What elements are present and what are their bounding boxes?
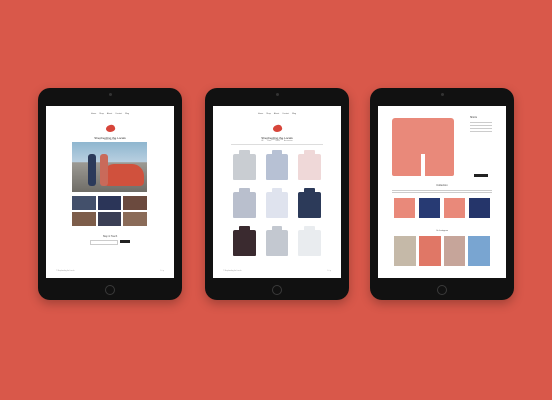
home-button[interactable] xyxy=(437,285,447,295)
nav-item[interactable]: About xyxy=(107,113,112,115)
product-grid xyxy=(231,150,323,256)
gallery-tile[interactable] xyxy=(123,212,147,226)
product-shirt[interactable] xyxy=(296,226,323,256)
car-image xyxy=(104,164,144,186)
collection-tile[interactable] xyxy=(419,198,440,218)
screen-shop: Home Shop About Contact Blog Shepherding… xyxy=(213,106,341,278)
instagram-grid xyxy=(394,236,490,266)
camera-icon xyxy=(108,93,112,96)
nav-item[interactable]: About xyxy=(274,113,279,115)
logo-icon xyxy=(271,123,283,134)
product-shirt[interactable] xyxy=(231,226,258,256)
text-line xyxy=(470,131,492,132)
collection-title: Collection xyxy=(436,184,448,187)
gallery-tile[interactable] xyxy=(97,196,122,210)
collection-grid xyxy=(394,198,490,218)
signup-button[interactable] xyxy=(120,240,130,243)
filter-bar: All Shirts Shorts Accessories xyxy=(231,141,323,145)
nav-item[interactable]: Blog xyxy=(292,113,296,115)
product-shirt[interactable] xyxy=(231,150,258,180)
instagram-photo[interactable] xyxy=(443,236,466,266)
logo[interactable]: Shepherding the Locals Made in the USA xyxy=(46,119,174,142)
product-shirt[interactable] xyxy=(264,226,291,256)
tablet-shop: Home Shop About Contact Blog Shepherding… xyxy=(205,88,349,300)
nav-item[interactable]: Contact xyxy=(282,113,289,115)
nav-item[interactable]: Home xyxy=(91,113,96,115)
home-button[interactable] xyxy=(272,285,282,295)
footer: © Shepherding the Locals f t i p xyxy=(223,271,331,272)
signup-form xyxy=(90,240,130,245)
camera-icon xyxy=(440,93,444,96)
tablet-product: Shorts Collection On Instagram xyxy=(370,88,514,300)
nav-item[interactable]: Shop xyxy=(99,113,104,115)
text-line xyxy=(470,128,492,129)
gallery-tile[interactable] xyxy=(97,212,122,226)
filter-item[interactable]: Shirts xyxy=(267,141,271,144)
footer: © Shepherding the Locals f t i p xyxy=(56,271,164,272)
logo-icon xyxy=(104,123,116,134)
nav-bar: Home Shop About Contact Blog xyxy=(46,113,174,115)
text-line xyxy=(392,191,492,193)
text-line xyxy=(470,125,492,126)
add-to-cart-button[interactable] xyxy=(474,174,488,177)
hero-image xyxy=(72,142,147,192)
screen-home: Home Shop About Contact Blog Shepherding… xyxy=(46,106,174,278)
product-image-shorts[interactable] xyxy=(392,118,454,176)
instagram-photo[interactable] xyxy=(418,236,441,266)
filter-item[interactable]: Shorts xyxy=(275,141,280,144)
footer-copyright: © Shepherding the Locals xyxy=(223,271,242,272)
product-shirt[interactable] xyxy=(264,150,291,180)
text-line xyxy=(392,190,492,191)
instagram-title: On Instagram xyxy=(435,230,449,232)
social-icons[interactable]: f t i p xyxy=(328,271,331,272)
email-field[interactable] xyxy=(90,240,118,245)
text-line xyxy=(470,122,492,123)
collection-tile[interactable] xyxy=(394,198,415,218)
nav-item[interactable]: Blog xyxy=(125,113,129,115)
product-title: Shorts xyxy=(470,116,477,119)
product-shirt[interactable] xyxy=(264,188,291,218)
gallery-tile[interactable] xyxy=(123,196,147,210)
nav-item[interactable]: Shop xyxy=(266,113,271,115)
signup-title: Stay in Touch xyxy=(102,235,118,238)
screen-product: Shorts Collection On Instagram xyxy=(378,106,506,278)
collection-text xyxy=(392,189,492,194)
nav-item[interactable]: Home xyxy=(258,113,263,115)
person-image xyxy=(88,154,96,186)
filter-item[interactable]: Accessories xyxy=(284,141,293,144)
social-icons[interactable]: f t i p xyxy=(161,271,164,272)
camera-icon xyxy=(275,93,279,96)
instagram-photo[interactable] xyxy=(468,236,490,266)
product-shirt[interactable] xyxy=(231,188,258,218)
nav-item[interactable]: Contact xyxy=(115,113,122,115)
gallery-tile[interactable] xyxy=(72,196,96,210)
product-shirt[interactable] xyxy=(296,188,323,218)
instagram-photo[interactable] xyxy=(394,236,416,266)
person-image xyxy=(100,154,108,186)
nav-bar: Home Shop About Contact Blog xyxy=(213,113,341,115)
tablet-home: Home Shop About Contact Blog Shepherding… xyxy=(38,88,182,300)
collection-tile[interactable] xyxy=(469,198,490,218)
gallery-tile[interactable] xyxy=(72,212,96,226)
logo[interactable]: Shepherding the Locals Made in the USA xyxy=(213,119,341,142)
product-info: Shorts xyxy=(470,116,500,134)
footer-copyright: © Shepherding the Locals xyxy=(56,271,75,272)
collection-tile[interactable] xyxy=(444,198,465,218)
home-button[interactable] xyxy=(105,285,115,295)
filter-item[interactable]: All xyxy=(261,141,263,144)
gallery-grid xyxy=(72,196,147,226)
product-shirt[interactable] xyxy=(296,150,323,180)
